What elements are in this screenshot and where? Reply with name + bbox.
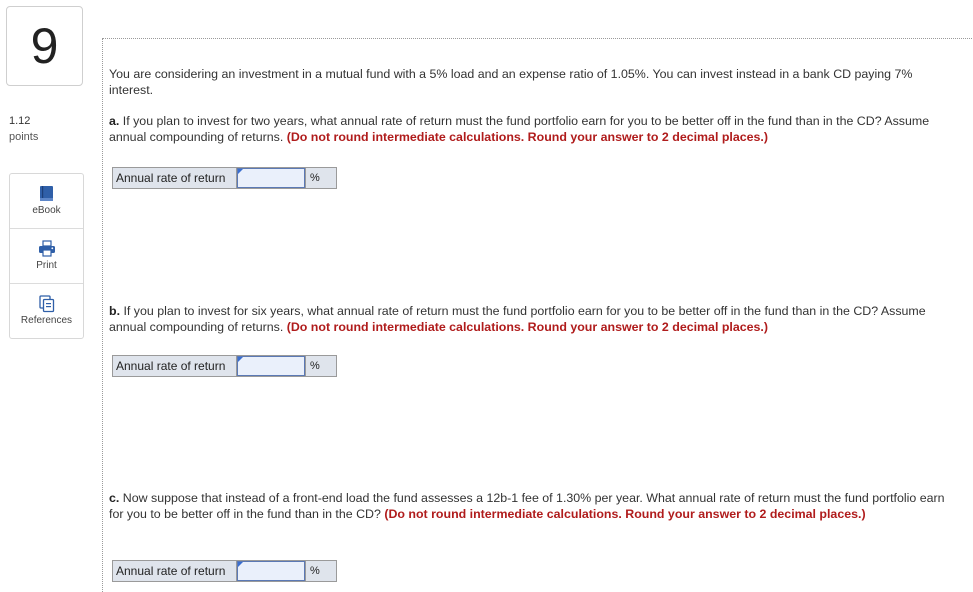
part-b-answer-label: Annual rate of return: [113, 356, 237, 376]
part-b-input-wrap: [237, 356, 305, 376]
flag-marker-icon: [238, 357, 243, 362]
part-c-unit: %: [305, 561, 336, 581]
ebook-button[interactable]: eBook: [10, 174, 83, 229]
part-a-input-wrap: [237, 168, 305, 188]
points-label: points: [9, 131, 39, 143]
points-value: 1.12: [9, 115, 31, 127]
part-c-instruction: (Do not round intermediate calculations.…: [384, 507, 866, 521]
part-b-instruction: (Do not round intermediate calculations.…: [286, 320, 768, 334]
part-a-instruction: (Do not round intermediate calculations.…: [286, 130, 768, 144]
book-icon: [39, 185, 55, 203]
part-c-answer-label: Annual rate of return: [113, 561, 237, 581]
part-a-question: a. If you plan to invest for two years, …: [109, 113, 959, 145]
question-intro: You are considering an investment in a m…: [109, 67, 913, 97]
print-label: Print: [36, 260, 57, 271]
part-a-answer-row: Annual rate of return %: [112, 167, 337, 189]
flag-marker-icon: [238, 169, 243, 174]
part-c-letter: c.: [109, 491, 120, 505]
references-label: References: [20, 315, 73, 326]
part-c-question: c. Now suppose that instead of a front-e…: [109, 490, 959, 522]
print-button[interactable]: Print: [10, 229, 83, 284]
tools-panel: eBook Print References: [9, 173, 84, 339]
part-a-answer-label: Annual rate of return: [113, 168, 237, 188]
part-a-answer-input[interactable]: [237, 168, 305, 188]
flag-marker-icon: [238, 562, 243, 567]
part-a-letter: a.: [109, 114, 120, 128]
part-c-input-wrap: [237, 561, 305, 581]
documents-icon: [38, 295, 55, 313]
references-button[interactable]: References: [10, 284, 83, 338]
ebook-label: eBook: [32, 205, 61, 216]
printer-icon: [38, 240, 56, 258]
part-c-answer-input[interactable]: [237, 561, 305, 581]
part-b-answer-row: Annual rate of return %: [112, 355, 337, 377]
part-b-answer-input[interactable]: [237, 356, 305, 376]
part-b-letter: b.: [109, 304, 121, 318]
part-b-question: b. If you plan to invest for six years, …: [109, 303, 959, 335]
question-number: 9: [6, 6, 83, 86]
question-content: You are considering an investment in a m…: [102, 38, 973, 592]
part-a-unit: %: [305, 168, 336, 188]
part-c-answer-row: Annual rate of return %: [112, 560, 337, 582]
part-b-unit: %: [305, 356, 336, 376]
